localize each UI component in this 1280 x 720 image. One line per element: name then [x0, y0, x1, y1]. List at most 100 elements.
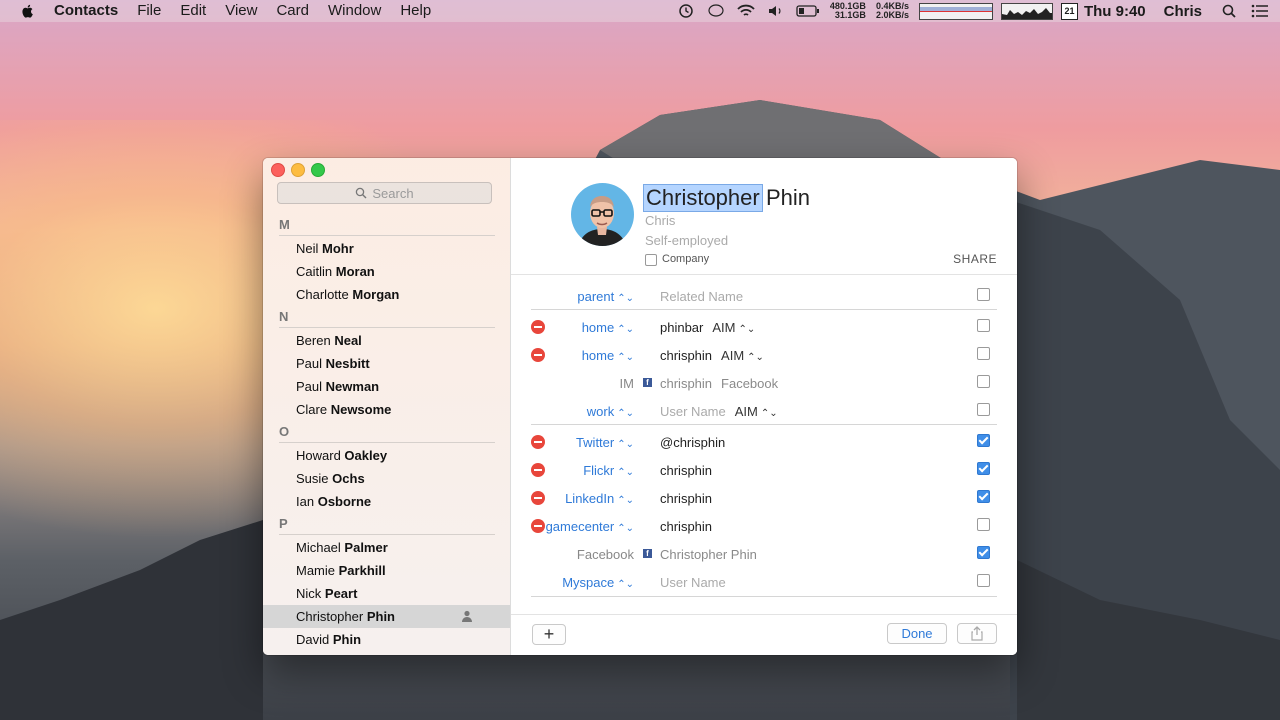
field-label-dropdown[interactable]: parent ⌃⌄: [577, 289, 634, 304]
menu-card[interactable]: Card: [276, 0, 309, 22]
contact-first-name: Susie: [296, 471, 329, 486]
field-row-social-profile: Myspace ⌃⌄ User Name: [511, 568, 1017, 596]
field-row-social-profile: LinkedIn ⌃⌄ chrisphin: [511, 484, 1017, 512]
window-zoom-button[interactable]: [311, 163, 325, 177]
share-checkbox[interactable]: [977, 375, 990, 388]
volume-icon[interactable]: [766, 3, 786, 19]
battery-icon[interactable]: [796, 3, 820, 19]
contact-list-item[interactable]: Caitlin Moran: [263, 260, 510, 283]
share-checkbox[interactable]: [977, 347, 990, 360]
remove-field-button[interactable]: [531, 491, 545, 505]
contact-list-item-selected[interactable]: Christopher Phin: [263, 605, 510, 628]
contact-list-item[interactable]: Susie Ochs: [263, 467, 510, 490]
menu-app-name[interactable]: Contacts: [54, 0, 118, 22]
share-checkbox-checked[interactable]: [977, 546, 990, 559]
field-value-input[interactable]: chrisphin: [660, 491, 712, 506]
contact-list-item[interactable]: Howard Oakley: [263, 444, 510, 467]
share-checkbox-checked[interactable]: [977, 490, 990, 503]
contact-avatar[interactable]: [571, 183, 634, 246]
remove-field-button[interactable]: [531, 463, 545, 477]
network-graph[interactable]: [918, 2, 993, 20]
search-placeholder: Search: [372, 185, 414, 201]
contact-list-item[interactable]: David Phin: [263, 628, 510, 651]
share-checkbox[interactable]: [977, 403, 990, 416]
field-label-dropdown[interactable]: Flickr ⌃⌄: [583, 463, 634, 478]
field-value-input[interactable]: chrisphin: [660, 519, 712, 534]
section-header: O: [279, 424, 495, 443]
window-minimize-button[interactable]: [291, 163, 305, 177]
im-service-dropdown[interactable]: AIM ⌃⌄: [735, 404, 778, 419]
share-checkbox[interactable]: [977, 518, 990, 531]
group-divider: [531, 309, 997, 310]
share-button[interactable]: [957, 623, 997, 644]
nickname-field[interactable]: Chris: [645, 213, 675, 228]
remove-field-button[interactable]: [531, 519, 545, 533]
field-label-dropdown[interactable]: home ⌃⌄: [582, 348, 634, 363]
apple-menu-icon[interactable]: [20, 3, 36, 19]
cpu-graph[interactable]: [1000, 2, 1053, 20]
contact-list-item[interactable]: Neil Mohr: [263, 237, 510, 260]
field-value-input[interactable]: Related Name: [660, 289, 743, 304]
field-value-input[interactable]: phinbar AIM ⌃⌄: [660, 320, 755, 335]
remove-field-button[interactable]: [531, 435, 545, 449]
company-field[interactable]: Self-employed: [645, 233, 728, 248]
menu-user[interactable]: Chris: [1164, 3, 1202, 20]
field-label-dropdown[interactable]: Myspace ⌃⌄: [562, 575, 634, 590]
field-label-text: LinkedIn: [565, 491, 615, 506]
field-label-dropdown[interactable]: work ⌃⌄: [587, 404, 634, 419]
field-label-dropdown[interactable]: gamecenter ⌃⌄: [546, 519, 634, 534]
share-checkbox[interactable]: [977, 319, 990, 332]
contact-list-item[interactable]: Nick Peart: [263, 582, 510, 605]
menu-edit[interactable]: Edit: [180, 0, 206, 22]
field-label-dropdown[interactable]: Twitter ⌃⌄: [576, 435, 634, 450]
notification-bubble-icon[interactable]: [706, 3, 726, 19]
contact-list-item[interactable]: Paul Nesbitt: [263, 352, 510, 375]
updown-chevron-icon: ⌃⌄: [617, 495, 634, 506]
disk-stats[interactable]: 480.1GB 31.1GB: [830, 2, 866, 20]
notification-center-icon[interactable]: [1250, 3, 1270, 19]
share-checkbox-checked[interactable]: [977, 434, 990, 447]
remove-field-button[interactable]: [531, 348, 545, 362]
menu-window[interactable]: Window: [328, 0, 381, 22]
done-button[interactable]: Done: [887, 623, 947, 644]
contact-list-item[interactable]: Paul Newman: [263, 375, 510, 398]
field-label-dropdown[interactable]: LinkedIn ⌃⌄: [565, 491, 634, 506]
share-checkbox[interactable]: [977, 288, 990, 301]
field-value-input[interactable]: @chrisphin: [660, 435, 725, 450]
field-row-social-profile: gamecenter ⌃⌄ chrisphin: [511, 512, 1017, 540]
search-input[interactable]: Search: [277, 182, 492, 204]
spotlight-search-icon[interactable]: [1220, 3, 1240, 19]
last-name-field[interactable]: Phin: [766, 185, 810, 211]
field-value-input[interactable]: chrisphin: [660, 463, 712, 478]
contact-list-item[interactable]: Charlotte Morgan: [263, 283, 510, 306]
contact-list-item[interactable]: Mamie Parkhill: [263, 559, 510, 582]
menu-view[interactable]: View: [225, 0, 257, 22]
company-checkbox[interactable]: [645, 254, 657, 266]
field-value-input[interactable]: User Name AIM ⌃⌄: [660, 404, 778, 419]
field-label-text: Myspace: [562, 575, 615, 590]
contact-list-item[interactable]: Michael Palmer: [263, 536, 510, 559]
menu-help[interactable]: Help: [400, 0, 431, 22]
contact-list-item[interactable]: Beren Neal: [263, 329, 510, 352]
add-field-button[interactable]: +: [532, 624, 566, 645]
contact-list-item[interactable]: Ian Osborne: [263, 490, 510, 513]
contact-list-item[interactable]: Clare Newsome: [263, 398, 510, 421]
remove-field-button[interactable]: [531, 320, 545, 334]
wifi-icon[interactable]: [736, 3, 756, 19]
menu-file[interactable]: File: [137, 0, 161, 22]
im-service-dropdown[interactable]: AIM ⌃⌄: [721, 348, 764, 363]
menu-clock[interactable]: Thu 9:40: [1084, 3, 1146, 20]
field-value-input[interactable]: chrisphin AIM ⌃⌄: [660, 348, 764, 363]
im-service-dropdown[interactable]: AIM ⌃⌄: [712, 320, 755, 335]
field-label-dropdown[interactable]: home ⌃⌄: [582, 320, 634, 335]
share-checkbox[interactable]: [977, 574, 990, 587]
network-stats[interactable]: 0.4KB/s 2.0KB/s: [876, 2, 909, 20]
field-value-input[interactable]: User Name: [660, 575, 726, 590]
share-checkbox-checked[interactable]: [977, 462, 990, 475]
contact-first-name: Nick: [296, 586, 322, 601]
calendar-icon[interactable]: 21: [1060, 2, 1078, 20]
first-name-field[interactable]: Christopher: [643, 184, 763, 212]
window-close-button[interactable]: [271, 163, 285, 177]
time-machine-icon[interactable]: [676, 3, 696, 19]
contact-first-name: Ian: [296, 494, 315, 509]
